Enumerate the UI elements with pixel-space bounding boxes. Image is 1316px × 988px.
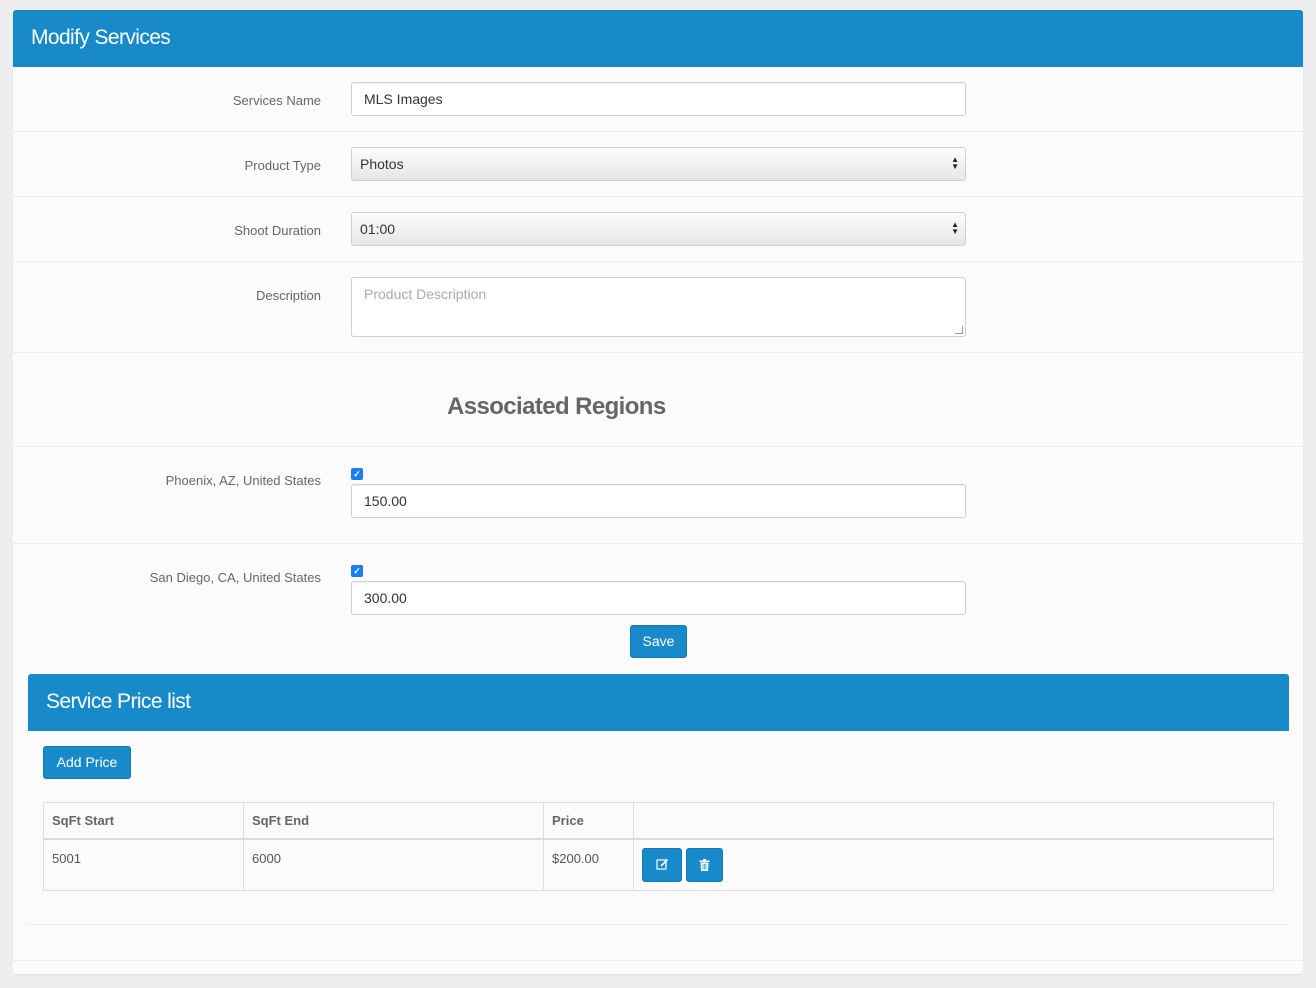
regions-heading: Associated Regions (447, 393, 666, 420)
page-title: Modify Services (31, 26, 171, 49)
region-label: San Diego, CA, United States (149, 570, 321, 585)
save-button[interactable]: Save (630, 625, 687, 658)
price-table: SqFt Start SqFt End Price 5001 6000 $200… (43, 802, 1274, 891)
shoot-duration-label: Shoot Duration (234, 223, 321, 238)
service-name-row: Services Name MLS Images (13, 67, 1303, 132)
column-header-sqft-start: SqFt Start (43, 802, 244, 840)
cell-price: $200.00 (543, 838, 634, 891)
shoot-duration-row: Shoot Duration 01:00 ▲ ▼ (13, 197, 1303, 262)
description-row: Description Product Description (13, 262, 1303, 353)
card-header: Modify Services (13, 10, 1303, 67)
product-type-select[interactable]: Photos ▲ ▼ (351, 147, 966, 181)
product-type-label: Product Type (244, 158, 321, 173)
cell-actions (633, 838, 1274, 891)
divider (13, 960, 1303, 961)
divider (28, 924, 1289, 925)
trash-icon (699, 858, 710, 871)
column-header-actions (633, 802, 1274, 840)
edit-button[interactable] (642, 847, 682, 882)
column-header-sqft-end: SqFt End (243, 802, 544, 840)
price-list-panel: Service Price list (28, 674, 1289, 731)
shoot-duration-value: 01:00 (360, 221, 396, 237)
region-price-input[interactable]: 150.00 (351, 484, 966, 518)
cell-sqft-end: 6000 (243, 838, 544, 891)
service-name-label: Services Name (232, 93, 321, 108)
product-type-row: Product Type Photos ▲ ▼ (13, 132, 1303, 197)
price-list-title: Service Price list (46, 690, 191, 713)
description-label: Description (255, 288, 321, 303)
price-list-header: Service Price list (28, 674, 1289, 731)
edit-icon (655, 858, 668, 870)
region-row: Phoenix, AZ, United States ✓ 150.00 (13, 447, 1303, 544)
checkmark-icon: ✓ (353, 469, 361, 479)
region-label: Phoenix, AZ, United States (165, 473, 321, 488)
select-arrows-icon: ▲ ▼ (951, 220, 959, 236)
description-textarea[interactable]: Product Description (351, 277, 966, 337)
checkmark-icon: ✓ (353, 566, 361, 576)
modify-services-card: Modify Services Services Name MLS Images… (13, 10, 1303, 974)
table-header-row: SqFt Start SqFt End Price (43, 802, 1274, 840)
description-placeholder: Product Description (364, 286, 487, 302)
add-price-button[interactable]: Add Price (43, 746, 131, 779)
select-arrows-icon: ▲ ▼ (951, 155, 959, 171)
table-row: 5001 6000 $200.00 (43, 838, 1274, 891)
column-header-price: Price (543, 802, 634, 840)
service-name-input[interactable]: MLS Images (351, 82, 966, 116)
delete-button[interactable] (685, 847, 723, 882)
resize-grip-icon[interactable] (955, 326, 963, 334)
shoot-duration-select[interactable]: 01:00 ▲ ▼ (351, 212, 966, 246)
product-type-value: Photos (360, 156, 404, 172)
region-price-input[interactable]: 300.00 (351, 581, 966, 615)
cell-sqft-start: 5001 (43, 838, 244, 891)
region-checkbox[interactable]: ✓ (351, 468, 363, 480)
regions-heading-row: Associated Regions (13, 353, 1303, 447)
region-checkbox[interactable]: ✓ (351, 565, 363, 577)
